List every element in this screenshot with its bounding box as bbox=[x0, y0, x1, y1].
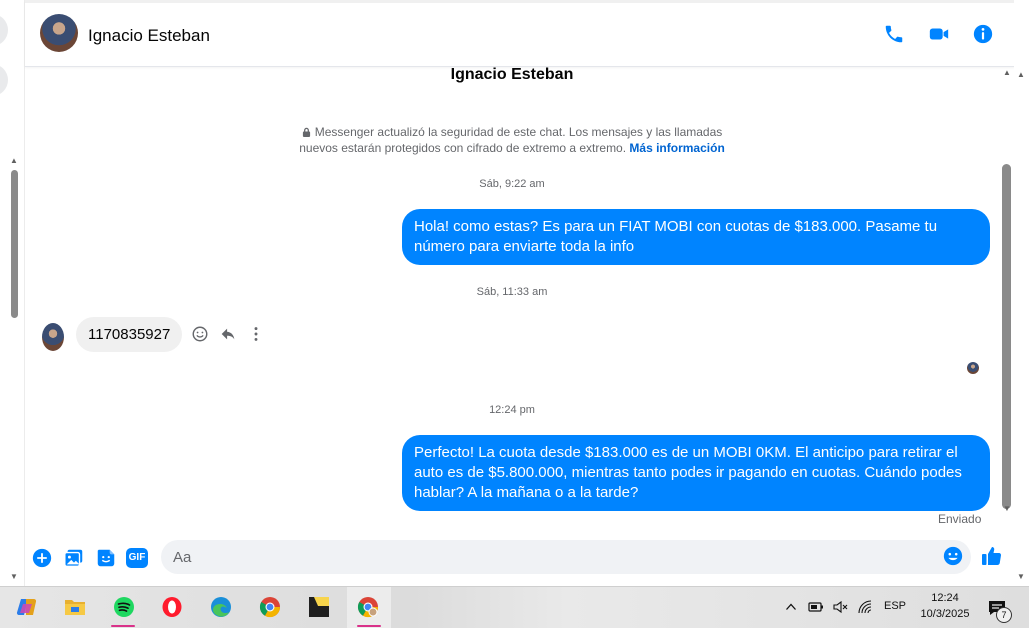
message-timestamp: Sáb, 9:22 am bbox=[479, 178, 545, 190]
seen-avatar bbox=[967, 362, 979, 374]
image-icon[interactable] bbox=[63, 547, 85, 569]
opera-app[interactable] bbox=[151, 587, 191, 628]
lock-icon bbox=[302, 127, 310, 137]
security-notice: Messenger actualizó la seguridad de este… bbox=[25, 124, 999, 156]
chat-header: Ignacio Esteban bbox=[25, 0, 1015, 67]
volume-muted-icon[interactable] bbox=[832, 599, 848, 615]
phone-icon[interactable] bbox=[883, 23, 905, 45]
message-input[interactable] bbox=[161, 540, 971, 574]
chrome-profile-icon bbox=[357, 597, 379, 618]
left-scroll-up-arrow[interactable]: ▲ bbox=[10, 156, 18, 165]
clock-date: 10/3/2025 bbox=[920, 608, 970, 620]
chat-window: Ignacio Esteban Ignacio Esteban Messenge… bbox=[24, 0, 1015, 586]
copilot-icon bbox=[16, 598, 37, 616]
scrollbar-thumb[interactable] bbox=[1002, 164, 1011, 509]
thread-scrollbar[interactable]: ▲ ▼ bbox=[999, 66, 1015, 586]
edge-icon bbox=[211, 597, 231, 617]
file-explorer-icon bbox=[65, 600, 85, 615]
scroll-down-arrow[interactable]: ▼ bbox=[1003, 504, 1011, 513]
message-timestamp: 12:24 pm bbox=[489, 404, 535, 416]
spotify-app[interactable] bbox=[103, 587, 143, 628]
thread-title: Ignacio Esteban bbox=[450, 66, 574, 83]
left-panel-avatar[interactable] bbox=[0, 64, 8, 96]
taskbar: ESP 12:24 10/3/2025 7 bbox=[0, 586, 1029, 628]
emoji-icon[interactable] bbox=[942, 545, 964, 567]
contact-name[interactable]: Ignacio Esteban bbox=[88, 26, 210, 46]
page-scrollbar[interactable]: ▲ ▼ bbox=[1014, 0, 1029, 586]
reply-icon[interactable] bbox=[219, 325, 237, 343]
file-explorer-app[interactable] bbox=[54, 587, 94, 628]
chrome-app[interactable] bbox=[249, 587, 289, 628]
more-info-link[interactable]: Más información bbox=[629, 141, 724, 155]
left-panel-avatar[interactable] bbox=[0, 14, 8, 46]
page-scroll-down-arrow[interactable]: ▼ bbox=[1017, 572, 1025, 581]
left-scrollbar-thumb[interactable] bbox=[11, 170, 18, 318]
chrome-icon bbox=[259, 597, 281, 618]
copilot-app[interactable] bbox=[6, 587, 46, 628]
language-indicator[interactable]: ESP bbox=[884, 600, 906, 641]
more-options-icon[interactable] bbox=[247, 325, 265, 343]
spotify-icon bbox=[114, 597, 134, 617]
left-scroll-down-arrow[interactable]: ▼ bbox=[10, 572, 18, 581]
outgoing-message[interactable]: Hola! como estas? Es para un FIAT MOBI c… bbox=[402, 209, 990, 265]
react-emoji-icon[interactable] bbox=[191, 325, 209, 343]
sticky-notes-icon bbox=[309, 597, 329, 617]
edge-app[interactable] bbox=[200, 587, 240, 628]
contact-avatar-small[interactable] bbox=[42, 323, 64, 351]
notification-count-badge: 7 bbox=[996, 607, 1012, 623]
network-icon[interactable] bbox=[857, 599, 873, 615]
security-notice-line2: nuevos estarán protegidos con cifrado de… bbox=[299, 141, 627, 155]
clock-time: 12:24 bbox=[931, 592, 959, 604]
battery-icon[interactable] bbox=[808, 599, 824, 615]
chrome-profile-app[interactable] bbox=[347, 587, 391, 628]
system-clock[interactable]: 12:24 10/3/2025 bbox=[910, 590, 980, 622]
scroll-up-arrow[interactable]: ▲ bbox=[1003, 68, 1011, 77]
message-timestamp: Sáb, 11:33 am bbox=[476, 286, 548, 298]
show-hidden-icons-icon[interactable] bbox=[785, 601, 797, 613]
security-notice-line1: Messenger actualizó la seguridad de este… bbox=[314, 125, 723, 139]
info-icon[interactable] bbox=[972, 23, 994, 45]
plus-icon[interactable] bbox=[31, 547, 53, 569]
message-composer: GIF bbox=[25, 536, 1015, 586]
message-thread[interactable]: Ignacio Esteban Messenger actualizó la s… bbox=[25, 66, 999, 536]
page-scroll-up-arrow[interactable]: ▲ bbox=[1017, 70, 1025, 79]
contact-avatar[interactable] bbox=[40, 14, 78, 52]
thumbs-up-icon[interactable] bbox=[980, 544, 1004, 568]
incoming-message[interactable]: 1170835927 bbox=[76, 317, 183, 352]
sent-status: Enviado bbox=[938, 512, 982, 526]
outgoing-message[interactable]: Perfecto! La cuota desde $183.000 es de … bbox=[402, 435, 990, 511]
video-camera-icon[interactable] bbox=[928, 23, 950, 45]
gif-icon[interactable]: GIF bbox=[126, 548, 148, 568]
sticker-icon[interactable] bbox=[95, 547, 117, 569]
opera-icon bbox=[162, 597, 182, 617]
sticky-notes-app[interactable] bbox=[298, 587, 338, 628]
